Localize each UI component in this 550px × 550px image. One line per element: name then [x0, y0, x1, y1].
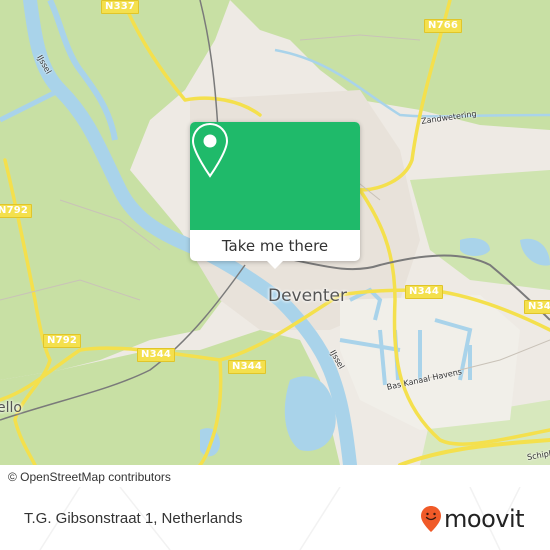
osm-attribution-link[interactable]: © OpenStreetMap contributors — [8, 470, 171, 484]
city-label-deventer: Deventer — [268, 286, 347, 306]
map-view[interactable]: N337 N766 N792 N792 N344 N344 N344 N348 … — [0, 0, 550, 465]
destination-popup: Take me there — [190, 122, 360, 269]
road-shield-n344: N344 — [405, 285, 444, 299]
road-shield-n337: N337 — [101, 0, 140, 14]
road-shield-n792: N792 — [43, 334, 82, 348]
road-shield-n344: N344 — [228, 360, 267, 374]
moovit-wordmark: moovit — [444, 505, 525, 533]
road-shield-n344: N344 — [137, 348, 176, 362]
take-me-there-button[interactable]: Take me there — [190, 230, 360, 261]
popup-pin-area[interactable] — [190, 122, 360, 230]
moovit-pin-icon — [421, 506, 441, 532]
road-shield-n792: N792 — [0, 204, 33, 218]
popup-pointer — [267, 261, 283, 269]
moovit-logo: moovit — [420, 505, 525, 533]
city-label-partial: ello — [0, 400, 22, 416]
road-shield-n348: N348 — [524, 300, 550, 314]
map-pin-icon — [191, 122, 229, 178]
address-label: T.G. Gibsonstraat 1, Netherlands — [24, 510, 243, 527]
road-shield-n766: N766 — [424, 19, 463, 33]
